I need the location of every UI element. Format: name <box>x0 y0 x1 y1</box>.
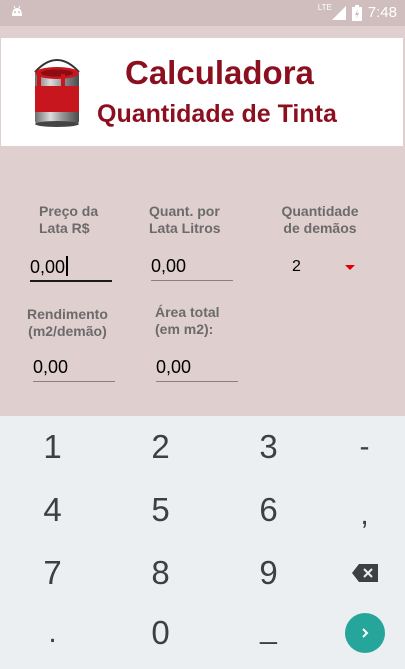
key-1[interactable]: 1 <box>2 416 103 478</box>
area-label: Área total (em m2): <box>155 304 220 337</box>
clock: 7:48 <box>367 4 397 21</box>
key-4[interactable]: 4 <box>2 479 103 541</box>
key-8[interactable]: 8 <box>110 542 211 604</box>
battery-icon <box>351 4 362 21</box>
go-icon <box>344 613 385 653</box>
key-go[interactable] <box>314 602 405 664</box>
key-minus[interactable]: - <box>314 416 405 478</box>
key-period[interactable]: . <box>2 605 103 660</box>
key-7[interactable]: 7 <box>2 542 103 604</box>
key-underscore[interactable]: _ <box>218 598 319 660</box>
app-subtitle: Quantidade de Tinta <box>97 100 337 128</box>
status-bar: LTE 7:48 <box>0 0 405 26</box>
app-header: Calculadora Quantidade de Tinta <box>1 38 403 146</box>
quant-label: Quant. por Lata Litros <box>149 203 221 236</box>
backspace-icon <box>351 564 378 582</box>
android-icon <box>12 5 22 16</box>
dropdown-arrow-icon <box>345 265 355 270</box>
app-title: Calculadora <box>125 54 314 91</box>
key-3[interactable]: 3 <box>218 416 319 478</box>
quant-input[interactable]: 0,00 <box>151 256 233 281</box>
demaos-label: Quantidade de demãos <box>281 203 359 236</box>
calculator-form: Preço da Lata R$ 0,00 Quant. por Lata Litr… <box>0 146 405 416</box>
paint-bucket-icon <box>34 59 80 127</box>
key-9[interactable]: 9 <box>218 542 319 604</box>
rendimento-label: Rendimento (m2/demão) <box>27 306 108 339</box>
signal-icon <box>331 5 346 20</box>
rendimento-input[interactable]: 0,00 <box>33 357 115 382</box>
key-6[interactable]: 6 <box>218 479 319 541</box>
key-2[interactable]: 2 <box>110 416 211 478</box>
area-input[interactable]: 0,00 <box>156 357 238 382</box>
demaos-selected-value: 2 <box>292 258 301 275</box>
key-backspace[interactable] <box>314 542 405 604</box>
key-0[interactable]: 0 <box>110 602 211 664</box>
numeric-keyboard: 1 2 3 - 4 5 6 , 7 8 9 . 0 _ <box>0 416 405 669</box>
key-comma[interactable]: , <box>314 484 405 546</box>
preco-label: Preço da Lata R$ <box>39 203 99 236</box>
key-5[interactable]: 5 <box>110 479 211 541</box>
text-cursor <box>66 256 69 276</box>
network-type: LTE <box>317 3 332 12</box>
preco-input[interactable]: 0,00 <box>30 256 112 282</box>
